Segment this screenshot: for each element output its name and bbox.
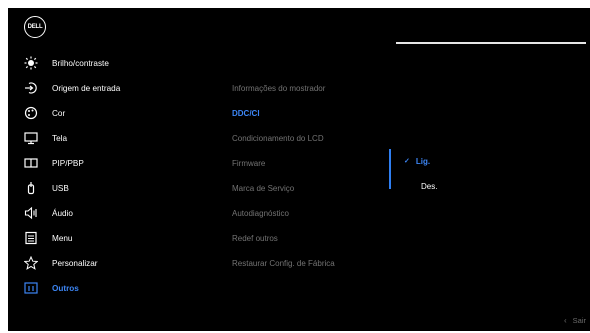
header-divider <box>396 42 586 44</box>
chevron-left-icon: ‹ <box>563 316 567 325</box>
usb-icon <box>24 181 38 195</box>
nav-label: Origem de entrada <box>52 83 121 93</box>
nav-item-origem-de-entrada[interactable]: Origem de entrada <box>24 79 224 97</box>
submenu-item-condicionamento-lcd[interactable]: Condicionamento do LCD <box>232 130 392 146</box>
nav-item-usb[interactable]: USB <box>24 179 224 197</box>
nav-item-audio[interactable]: Áudio <box>24 204 224 222</box>
nav-item-pip-pbp[interactable]: PIP/PBP <box>24 154 224 172</box>
option-on-label: Lig. <box>415 156 431 166</box>
nav-label: Tela <box>52 133 68 143</box>
option-on[interactable]: ✓ Lig. <box>404 153 430 169</box>
brightness-icon <box>24 56 38 70</box>
info-board-icon <box>24 281 38 295</box>
color-palette-icon <box>24 106 38 120</box>
nav-label: USB <box>52 183 69 193</box>
monitor-osd-menu: DELL Brilho/contraste Origem de entrada … <box>8 8 590 331</box>
submenu-item-ddc-ci[interactable]: DDC/CI <box>232 105 392 121</box>
nav-item-cor[interactable]: Cor <box>24 104 224 122</box>
input-source-icon <box>24 81 38 95</box>
checkmark-icon: ✓ <box>404 158 410 165</box>
submenu-item-informacoes[interactable]: Informações do mostrador <box>232 80 392 96</box>
speaker-icon <box>24 206 38 220</box>
exit-button[interactable]: ‹ Sair <box>564 316 586 325</box>
nav-item-personalizar[interactable]: Personalizar <box>24 254 224 272</box>
nav-item-menu[interactable]: Menu <box>24 229 224 247</box>
option-off[interactable]: Des. <box>421 178 437 194</box>
options-divider <box>389 149 391 189</box>
nav-label: Cor <box>52 108 66 118</box>
nav-label: Áudio <box>52 208 73 218</box>
display-monitor-icon <box>24 131 38 145</box>
submenu-item-restaurar-config[interactable]: Restaurar Config. de Fábrica <box>232 255 392 271</box>
star-icon <box>24 256 38 270</box>
nav-item-brilho-contraste[interactable]: Brilho/contraste <box>24 54 224 72</box>
nav-item-outros[interactable]: Outros <box>24 279 224 297</box>
submenu-item-firmware[interactable]: Firmware <box>232 155 392 171</box>
nav-label: Brilho/contraste <box>52 58 109 68</box>
exit-label: Sair <box>572 316 586 325</box>
nav-item-tela[interactable]: Tela <box>24 129 224 147</box>
pip-pbp-icon <box>24 156 38 170</box>
nav-label: PIP/PBP <box>52 158 84 168</box>
submenu-item-autodiagnostico[interactable]: Autodiagnóstico <box>232 205 392 221</box>
menu-list-icon <box>24 231 38 245</box>
submenu-item-redef-outros[interactable]: Redef outros <box>232 230 392 246</box>
submenu-item-marca-de-servico[interactable]: Marca de Serviço <box>232 180 392 196</box>
nav-label: Outros <box>52 283 79 293</box>
nav-label: Menu <box>52 233 73 243</box>
dell-logo: DELL <box>24 16 46 38</box>
nav-label: Personalizar <box>52 258 98 268</box>
